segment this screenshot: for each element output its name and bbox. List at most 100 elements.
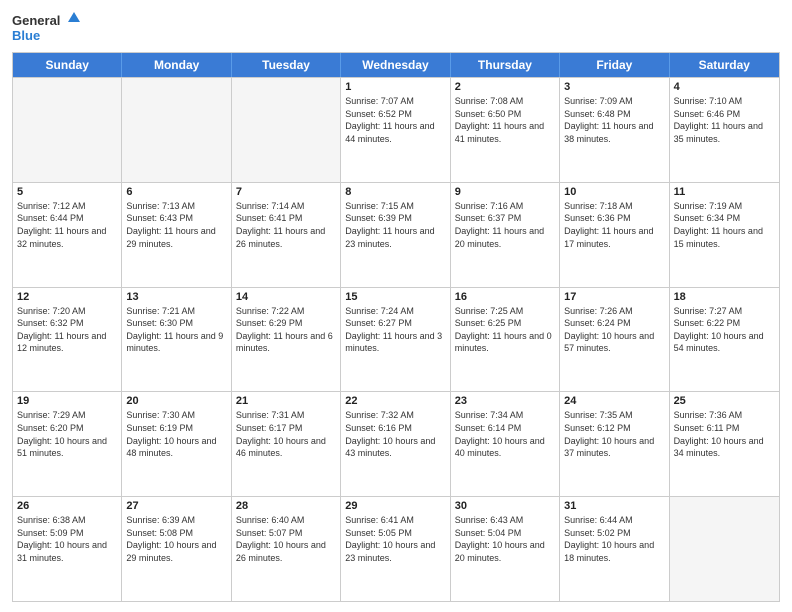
cell-info: Sunrise: 7:12 AM Sunset: 6:44 PM Dayligh… — [17, 200, 117, 250]
calendar-cell: 12 Sunrise: 7:20 AM Sunset: 6:32 PM Dayli… — [13, 288, 122, 392]
calendar-cell: 30 Sunrise: 6:43 AM Sunset: 5:04 PM Dayli… — [451, 497, 560, 601]
calendar-row-1: 5 Sunrise: 7:12 AM Sunset: 6:44 PM Daylig… — [13, 182, 779, 287]
cell-info: Sunrise: 7:22 AM Sunset: 6:29 PM Dayligh… — [236, 305, 336, 355]
calendar-row-3: 19 Sunrise: 7:29 AM Sunset: 6:20 PM Dayli… — [13, 391, 779, 496]
calendar-header-cell-thursday: Thursday — [451, 53, 560, 77]
cell-info: Sunrise: 6:41 AM Sunset: 5:05 PM Dayligh… — [345, 514, 445, 564]
cell-info: Sunrise: 7:30 AM Sunset: 6:19 PM Dayligh… — [126, 409, 226, 459]
cell-info: Sunrise: 7:35 AM Sunset: 6:12 PM Dayligh… — [564, 409, 664, 459]
calendar-cell: 2Sunrise: 7:08 AM Sunset: 6:50 PM Daylig… — [451, 78, 560, 182]
calendar-cell: 14 Sunrise: 7:22 AM Sunset: 6:29 PM Dayli… — [232, 288, 341, 392]
day-number: 22 — [345, 395, 445, 407]
day-number: 9 — [455, 186, 555, 198]
calendar-cell: 23 Sunrise: 7:34 AM Sunset: 6:14 PM Dayli… — [451, 392, 560, 496]
calendar-cell: 21 Sunrise: 7:31 AM Sunset: 6:17 PM Dayli… — [232, 392, 341, 496]
svg-text:Blue: Blue — [12, 28, 40, 43]
calendar-header-cell-tuesday: Tuesday — [232, 53, 341, 77]
calendar-row-4: 26Sunrise: 6:38 AM Sunset: 5:09 PM Dayli… — [13, 496, 779, 601]
calendar-row-2: 12 Sunrise: 7:20 AM Sunset: 6:32 PM Dayli… — [13, 287, 779, 392]
day-number: 14 — [236, 291, 336, 303]
cell-info: Sunrise: 7:32 AM Sunset: 6:16 PM Dayligh… — [345, 409, 445, 459]
day-number: 26 — [17, 500, 117, 512]
day-number: 18 — [674, 291, 775, 303]
calendar-cell — [232, 78, 341, 182]
cell-info: Sunrise: 7:36 AM Sunset: 6:11 PM Dayligh… — [674, 409, 775, 459]
day-number: 16 — [455, 291, 555, 303]
calendar-cell: 16 Sunrise: 7:25 AM Sunset: 6:25 PM Dayli… — [451, 288, 560, 392]
cell-info: Sunrise: 7:14 AM Sunset: 6:41 PM Dayligh… — [236, 200, 336, 250]
day-number: 19 — [17, 395, 117, 407]
calendar-cell: 17Sunrise: 7:26 AM Sunset: 6:24 PM Dayli… — [560, 288, 669, 392]
cell-info: Sunrise: 7:21 AM Sunset: 6:30 PM Dayligh… — [126, 305, 226, 355]
day-number: 30 — [455, 500, 555, 512]
header: General Blue — [12, 10, 780, 46]
svg-text:General: General — [12, 13, 60, 28]
calendar-cell: 20 Sunrise: 7:30 AM Sunset: 6:19 PM Dayli… — [122, 392, 231, 496]
calendar-cell: 7 Sunrise: 7:14 AM Sunset: 6:41 PM Daylig… — [232, 183, 341, 287]
day-number: 15 — [345, 291, 445, 303]
calendar-header-row: SundayMondayTuesdayWednesdayThursdayFrid… — [13, 53, 779, 77]
cell-info: Sunrise: 7:34 AM Sunset: 6:14 PM Dayligh… — [455, 409, 555, 459]
day-number: 3 — [564, 81, 664, 93]
calendar-cell: 22 Sunrise: 7:32 AM Sunset: 6:16 PM Dayli… — [341, 392, 450, 496]
cell-info: Sunrise: 7:08 AM Sunset: 6:50 PM Dayligh… — [455, 95, 555, 145]
day-number: 12 — [17, 291, 117, 303]
day-number: 10 — [564, 186, 664, 198]
cell-info: Sunrise: 6:40 AM Sunset: 5:07 PM Dayligh… — [236, 514, 336, 564]
day-number: 20 — [126, 395, 226, 407]
calendar-cell: 3Sunrise: 7:09 AM Sunset: 6:48 PM Daylig… — [560, 78, 669, 182]
calendar-cell: 19 Sunrise: 7:29 AM Sunset: 6:20 PM Dayli… — [13, 392, 122, 496]
day-number: 31 — [564, 500, 664, 512]
cell-info: Sunrise: 6:43 AM Sunset: 5:04 PM Dayligh… — [455, 514, 555, 564]
logo: General Blue — [12, 10, 82, 46]
day-number: 7 — [236, 186, 336, 198]
calendar-cell: 18 Sunrise: 7:27 AM Sunset: 6:22 PM Dayli… — [670, 288, 779, 392]
calendar-cell: 1 Sunrise: 7:07 AM Sunset: 6:52 PM Daylig… — [341, 78, 450, 182]
cell-info: Sunrise: 6:39 AM Sunset: 5:08 PM Dayligh… — [126, 514, 226, 564]
day-number: 21 — [236, 395, 336, 407]
calendar-cell: 27 Sunrise: 6:39 AM Sunset: 5:08 PM Dayli… — [122, 497, 231, 601]
calendar-header-cell-monday: Monday — [122, 53, 231, 77]
calendar-cell: 9 Sunrise: 7:16 AM Sunset: 6:37 PM Daylig… — [451, 183, 560, 287]
page: General Blue SundayMondayTuesdayWednesda… — [0, 0, 792, 612]
cell-info: Sunrise: 7:16 AM Sunset: 6:37 PM Dayligh… — [455, 200, 555, 250]
day-number: 25 — [674, 395, 775, 407]
cell-info: Sunrise: 7:10 AM Sunset: 6:46 PM Dayligh… — [674, 95, 775, 145]
day-number: 1 — [345, 81, 445, 93]
calendar-cell: 8 Sunrise: 7:15 AM Sunset: 6:39 PM Daylig… — [341, 183, 450, 287]
calendar-cell: 11Sunrise: 7:19 AM Sunset: 6:34 PM Dayli… — [670, 183, 779, 287]
calendar-cell — [670, 497, 779, 601]
calendar-cell: 10Sunrise: 7:18 AM Sunset: 6:36 PM Dayli… — [560, 183, 669, 287]
calendar-row-0: 1 Sunrise: 7:07 AM Sunset: 6:52 PM Daylig… — [13, 77, 779, 182]
day-number: 11 — [674, 186, 775, 198]
cell-info: Sunrise: 7:31 AM Sunset: 6:17 PM Dayligh… — [236, 409, 336, 459]
calendar-cell: 31Sunrise: 6:44 AM Sunset: 5:02 PM Dayli… — [560, 497, 669, 601]
calendar-cell: 29 Sunrise: 6:41 AM Sunset: 5:05 PM Dayli… — [341, 497, 450, 601]
cell-info: Sunrise: 7:29 AM Sunset: 6:20 PM Dayligh… — [17, 409, 117, 459]
calendar-cell: 4 Sunrise: 7:10 AM Sunset: 6:46 PM Daylig… — [670, 78, 779, 182]
cell-info: Sunrise: 7:25 AM Sunset: 6:25 PM Dayligh… — [455, 305, 555, 355]
cell-info: Sunrise: 7:15 AM Sunset: 6:39 PM Dayligh… — [345, 200, 445, 250]
day-number: 28 — [236, 500, 336, 512]
day-number: 4 — [674, 81, 775, 93]
cell-info: Sunrise: 7:24 AM Sunset: 6:27 PM Dayligh… — [345, 305, 445, 355]
calendar-cell: 26Sunrise: 6:38 AM Sunset: 5:09 PM Dayli… — [13, 497, 122, 601]
calendar-cell: 28 Sunrise: 6:40 AM Sunset: 5:07 PM Dayli… — [232, 497, 341, 601]
day-number: 29 — [345, 500, 445, 512]
cell-info: Sunrise: 7:27 AM Sunset: 6:22 PM Dayligh… — [674, 305, 775, 355]
calendar-cell — [13, 78, 122, 182]
cell-info: Sunrise: 7:20 AM Sunset: 6:32 PM Dayligh… — [17, 305, 117, 355]
calendar-cell: 6Sunrise: 7:13 AM Sunset: 6:43 PM Daylig… — [122, 183, 231, 287]
cell-info: Sunrise: 7:13 AM Sunset: 6:43 PM Dayligh… — [126, 200, 226, 250]
calendar-header-cell-sunday: Sunday — [13, 53, 122, 77]
calendar-cell — [122, 78, 231, 182]
day-number: 27 — [126, 500, 226, 512]
calendar-body: 1 Sunrise: 7:07 AM Sunset: 6:52 PM Daylig… — [13, 77, 779, 601]
day-number: 23 — [455, 395, 555, 407]
day-number: 5 — [17, 186, 117, 198]
cell-info: Sunrise: 7:07 AM Sunset: 6:52 PM Dayligh… — [345, 95, 445, 145]
day-number: 8 — [345, 186, 445, 198]
day-number: 24 — [564, 395, 664, 407]
calendar-cell: 5 Sunrise: 7:12 AM Sunset: 6:44 PM Daylig… — [13, 183, 122, 287]
day-number: 17 — [564, 291, 664, 303]
